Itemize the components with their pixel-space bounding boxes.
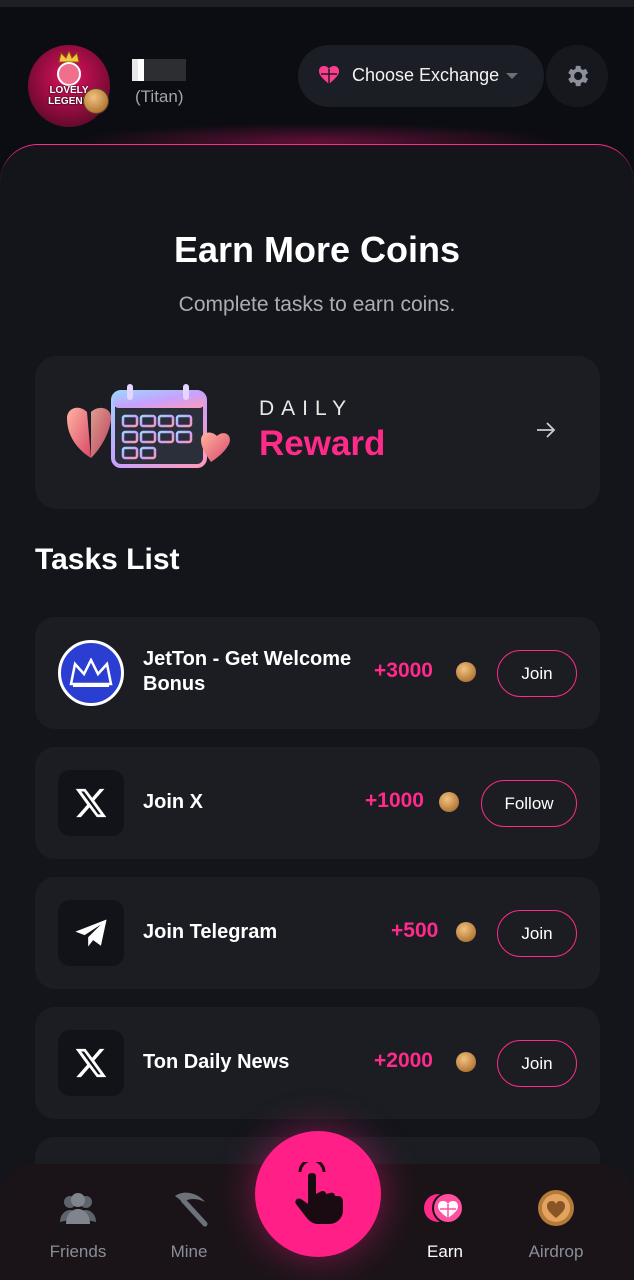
coin-icon <box>456 662 476 682</box>
page-subtitle: Complete tasks to earn coins. <box>178 293 456 316</box>
x-logo-icon <box>58 770 124 836</box>
page-title: Earn More Coins <box>173 229 461 270</box>
nav-label: Friends <box>49 1242 107 1261</box>
tasks-heading: Tasks List <box>35 543 180 576</box>
telegram-icon <box>58 900 124 966</box>
earn-panel: Earn More Coins Complete tasks to earn c… <box>0 144 634 1280</box>
jetton-crown-icon <box>58 640 124 706</box>
heart-icon <box>319 66 339 84</box>
join-button[interactable]: Join <box>497 910 577 957</box>
task-card[interactable]: Ton Daily News +2000 Join <box>35 1007 600 1119</box>
earn-coin-icon <box>424 1192 464 1224</box>
mascot-face <box>57 62 81 86</box>
user-name-redacted <box>132 59 186 81</box>
nav-label: Airdrop <box>528 1242 584 1261</box>
tap-button[interactable] <box>255 1131 381 1257</box>
task-reward: +1000 <box>365 789 424 812</box>
task-reward: +500 <box>391 919 439 942</box>
coin-icon <box>439 792 459 812</box>
task-reward: +3000 <box>374 659 433 682</box>
task-name: Join Telegram <box>143 921 278 943</box>
coin-icon <box>456 1052 476 1072</box>
gear-icon <box>568 65 589 87</box>
join-button[interactable]: Join <box>497 1040 577 1087</box>
chevron-down-icon <box>506 73 518 79</box>
task-card[interactable]: Join Telegram +500 Join <box>35 877 600 989</box>
join-button[interactable]: Join <box>497 650 577 697</box>
choose-exchange-button[interactable]: Choose Exchange <box>298 45 544 107</box>
pickaxe-icon <box>175 1192 208 1227</box>
task-reward: +2000 <box>374 1049 433 1072</box>
task-name: JetTon - Get Welcome Bonus <box>143 648 352 695</box>
tap-finger-icon <box>295 1162 343 1224</box>
daily-reward-card[interactable]: DAILY Reward <box>35 356 600 509</box>
avatar[interactable]: LOVELY LEGEND <box>28 45 110 127</box>
arrow-right-icon <box>537 422 556 438</box>
nav-airdrop[interactable]: Airdrop <box>506 1184 606 1268</box>
friends-icon <box>60 1193 96 1224</box>
task-card[interactable]: JetTon - Get Welcome Bonus +3000 Join <box>35 617 600 729</box>
nav-mine[interactable]: Mine <box>139 1184 239 1268</box>
nav-earn[interactable]: Earn <box>395 1184 495 1268</box>
x-logo-icon <box>58 1030 124 1096</box>
daily-title: Reward <box>259 424 386 463</box>
calendar-heart-icon <box>67 384 230 468</box>
task-card[interactable]: Join X +1000 Follow <box>35 747 600 859</box>
task-name: Join X <box>143 791 204 813</box>
coin-icon <box>456 922 476 942</box>
settings-button[interactable] <box>546 45 608 107</box>
nav-label: Mine <box>170 1242 208 1261</box>
user-rank: (Titan) <box>135 87 184 106</box>
coin-icon <box>83 88 109 114</box>
exchange-label: Choose Exchange <box>352 65 500 85</box>
nav-friends[interactable]: Friends <box>28 1184 128 1268</box>
follow-button[interactable]: Follow <box>481 780 577 827</box>
top-status-strip <box>0 0 634 7</box>
daily-kicker: DAILY <box>259 397 354 420</box>
nav-label: Earn <box>427 1242 463 1261</box>
task-name: Ton Daily News <box>143 1051 290 1073</box>
airdrop-coin-icon <box>538 1190 574 1226</box>
